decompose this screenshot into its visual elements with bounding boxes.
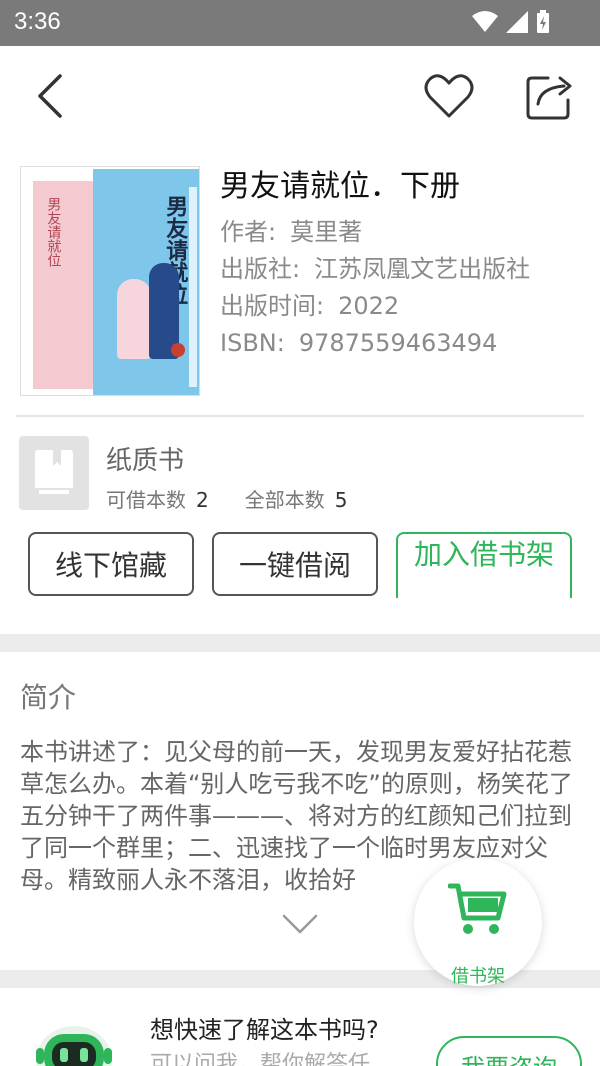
available-count: 2 — [196, 488, 209, 512]
ask-title: 想快速了解这本书吗? — [150, 1016, 379, 1044]
intro-title: 简介 — [20, 681, 77, 714]
status-icons — [472, 10, 550, 34]
ask-assistant-section: 想快速了解这本书吗? 可以问我，帮你解答任 我要咨询 — [0, 988, 600, 1066]
back-button[interactable] — [30, 70, 74, 122]
status-time: 3:36 — [14, 8, 61, 35]
share-icon — [526, 76, 572, 120]
ask-subtitle: 可以问我，帮你解答任 — [150, 1052, 371, 1066]
cover-figure-girl — [117, 279, 151, 359]
cover-spine-strip — [189, 187, 197, 387]
top-bar — [0, 46, 600, 146]
section-separator — [0, 634, 600, 652]
heart-icon — [424, 74, 474, 118]
author-label: 作者: — [220, 218, 277, 246]
book-placeholder-icon — [19, 436, 89, 510]
favorite-button[interactable] — [424, 72, 474, 120]
total-label: 全部本数 — [244, 488, 325, 512]
chevron-down-icon — [282, 914, 318, 934]
available-label: 可借本数 — [106, 488, 186, 512]
pub-time-value: 2022 — [338, 292, 400, 320]
paper-book-label: 纸质书 — [106, 446, 185, 476]
total-count: 5 — [334, 488, 348, 512]
borrow-shelf-label: 借书架 — [451, 966, 505, 987]
battery-icon — [537, 10, 549, 33]
book-details: 男友请就位．下册 作者: 莫里著 出版社: 江苏凤凰文艺出版社 出版时间: 2022 … — [220, 160, 530, 362]
one-click-borrow-button[interactable]: 一键借阅 — [212, 532, 378, 596]
isbn-row: ISBN: 9787559463494 — [220, 325, 530, 362]
author-row: 作者: 莫里著 — [220, 214, 530, 251]
offline-holdings-button[interactable]: 线下馆藏 — [28, 532, 194, 596]
pub-time-label: 出版时间: — [220, 292, 325, 320]
wifi-icon — [472, 11, 498, 32]
robot-icon — [32, 1016, 116, 1066]
author-value: 莫里著 — [290, 218, 363, 246]
publisher-row: 出版社: 江苏凤凰文艺出版社 — [220, 251, 530, 288]
pub-time-row: 出版时间: 2022 — [220, 288, 530, 325]
cart-icon — [448, 883, 507, 934]
cover-basketball — [171, 343, 185, 357]
expand-button[interactable] — [282, 910, 318, 938]
signal-icon — [506, 11, 528, 33]
paper-book-section: 纸质书 可借本数 2 全部本数 5 — [0, 430, 600, 520]
cover-title-back: 男友请就位 — [45, 197, 62, 267]
book-info: 男友请就位 男友请就位 男友请就位．下册 作者: 莫里著 出版社: 江苏凤凰文艺出版… — [0, 160, 600, 400]
add-to-shelf-button[interactable]: 加入借书架 — [396, 532, 572, 598]
status-bar: 3:36 — [0, 0, 600, 46]
action-buttons: 线下馆藏 一键借阅 加入借书架 — [0, 530, 600, 600]
publisher-label: 出版社: — [220, 255, 301, 283]
chevron-left-icon — [38, 74, 62, 118]
divider — [16, 415, 584, 417]
isbn-label: ISBN: — [220, 329, 285, 357]
borrow-shelf-fab[interactable]: 借书架 — [414, 858, 542, 987]
book-title: 男友请就位．下册 — [220, 169, 460, 204]
consult-button[interactable]: 我要咨询 — [436, 1036, 582, 1066]
book-cover[interactable]: 男友请就位 男友请就位 — [20, 166, 200, 396]
publisher-value: 江苏凤凰文艺出版社 — [314, 255, 531, 283]
share-button[interactable] — [524, 70, 576, 122]
paper-counts: 可借本数 2 全部本数 5 — [106, 484, 347, 513]
isbn-value: 9787559463494 — [298, 329, 498, 357]
